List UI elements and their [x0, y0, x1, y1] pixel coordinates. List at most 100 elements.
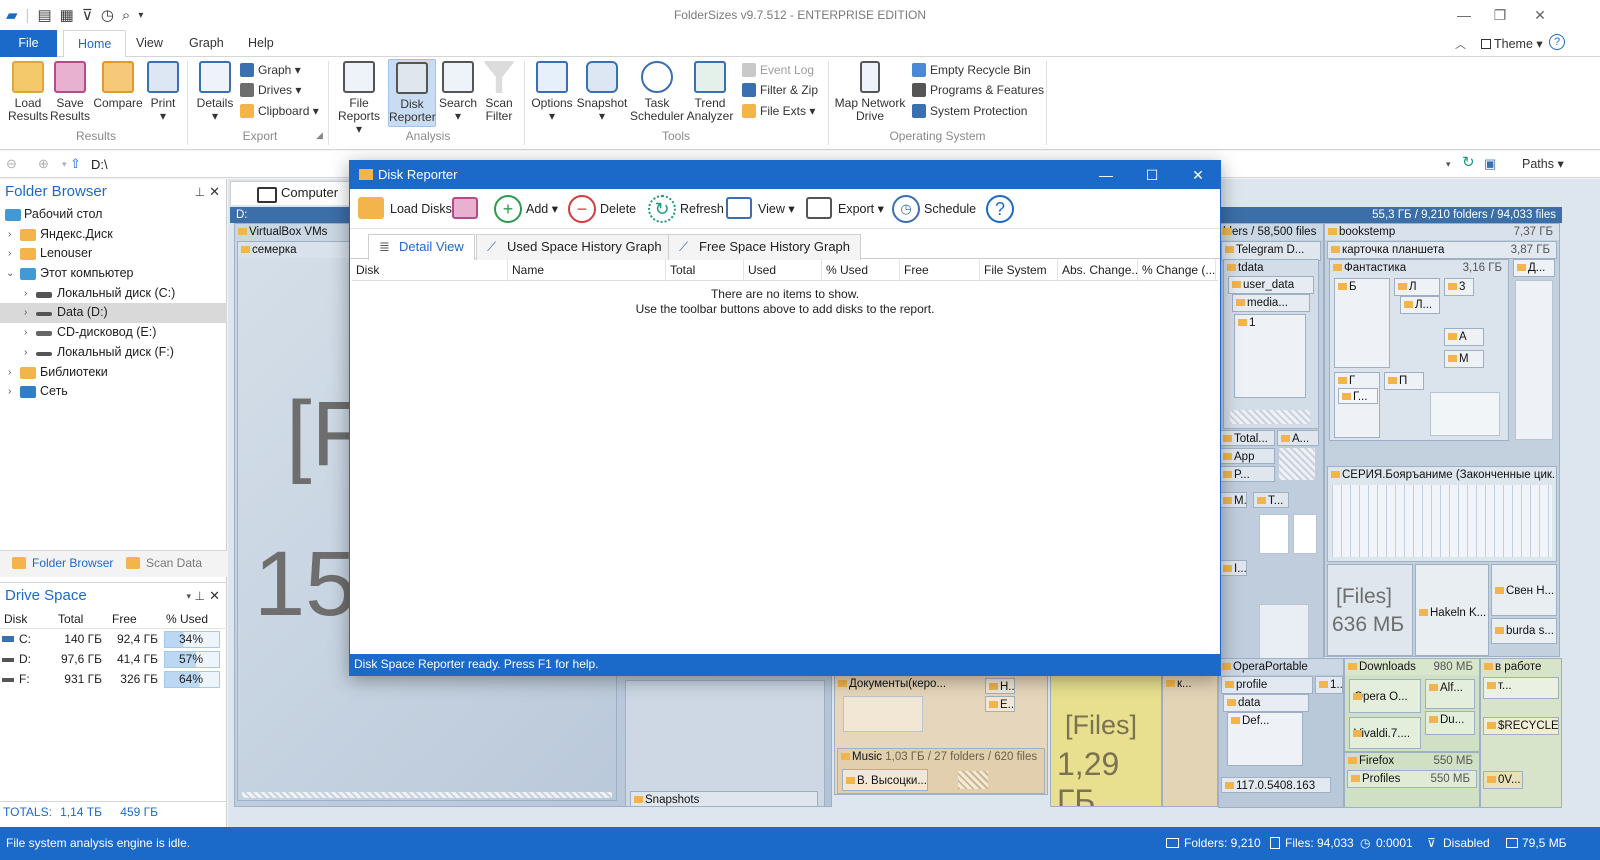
column-header-disk[interactable]: Disk	[352, 259, 508, 281]
column-header-percent-used[interactable]: % Used	[822, 259, 900, 281]
save-results-button[interactable]: Save Results	[50, 61, 90, 123]
column-header[interactable]: Disk	[4, 609, 27, 629]
treemap-folder-alf[interactable]: Alf...	[1425, 679, 1475, 709]
help-button[interactable]: ?	[986, 195, 1018, 223]
tree-node-yandex-disk[interactable]: › Яндекс.Диск	[0, 225, 227, 245]
save-disks-button[interactable]	[452, 195, 480, 223]
treemap-folder-vysotski[interactable]: В. Высоцки...	[842, 769, 928, 791]
column-header[interactable]: Total	[58, 609, 83, 629]
add-button[interactable]: + Add ▾	[494, 195, 558, 223]
schedule-button[interactable]: ◷ Schedule	[892, 195, 976, 223]
pin-icon[interactable]: ⊥	[195, 179, 205, 205]
treemap-folder-ov[interactable]: 0V...	[1483, 771, 1523, 789]
options-button[interactable]: Options ▾	[530, 61, 574, 123]
search-button[interactable]: Search ▾	[438, 61, 478, 123]
filter-zip-button[interactable]: Filter & Zip	[742, 81, 818, 99]
treemap-files-block-yellow[interactable]: [Files] 1,29 ГБ	[1050, 675, 1162, 807]
column-header-name[interactable]: Name	[508, 259, 666, 281]
snapshot-button[interactable]: Snapshot ▾	[576, 61, 628, 123]
treemap-folder-profiles[interactable]: Profiles 550 МБ	[1347, 770, 1477, 788]
treemap-folder-3[interactable]: 3	[1444, 278, 1474, 296]
expand-arrow-icon[interactable]: ›	[8, 225, 11, 245]
tab-help[interactable]: Help	[234, 30, 288, 57]
tree-node-drive-c[interactable]: › Локальный диск (C:)	[0, 284, 227, 304]
path-dropdown-icon[interactable]: ▾	[1446, 159, 1451, 170]
treemap-folder-snapshots[interactable]: Snapshots	[630, 791, 818, 806]
treemap-folder-firefox[interactable]: Firefox 550 МБ Profiles 550 МБ	[1344, 752, 1480, 808]
treemap-folder-l[interactable]: Л	[1394, 278, 1440, 296]
tab-used-space-history[interactable]: Used Space History Graph	[476, 234, 673, 260]
tab-graph[interactable]: Graph	[175, 30, 238, 57]
column-header[interactable]: Free	[112, 609, 137, 629]
column-header-total[interactable]: Total	[666, 259, 744, 281]
tree-node-this-pc[interactable]: ⌄ Этот компьютер	[0, 264, 227, 284]
treemap-folder-downloads[interactable]: Downloads 980 МБ Opera O... Alf... Du... …	[1344, 658, 1480, 752]
load-results-button[interactable]: Load Results	[8, 61, 48, 123]
treemap-folder-app[interactable]: App	[1219, 448, 1275, 464]
refresh-icon[interactable]: ↻	[1462, 153, 1475, 171]
treemap-folder-version[interactable]: 117.0.5408.163	[1221, 777, 1331, 793]
tab-file[interactable]: File	[0, 30, 57, 57]
column-header-file-system[interactable]: File System	[980, 259, 1058, 281]
treemap-folder-data[interactable]: data	[1223, 694, 1309, 712]
close-pane-icon[interactable]: ✕	[209, 179, 220, 205]
treemap-folder-du[interactable]: Du...	[1425, 711, 1475, 735]
treemap-folder-e[interactable]: Е...	[985, 696, 1015, 712]
tree-node-desktop[interactable]: Рабочий стол	[0, 205, 227, 225]
treemap-folder-n[interactable]: Н...	[985, 678, 1015, 694]
treemap-folder-snapshots-parent[interactable]: Snapshots	[625, 680, 825, 806]
expand-arrow-icon[interactable]: ›	[8, 363, 11, 383]
expand-arrow-icon[interactable]: ›	[24, 343, 27, 363]
compare-button[interactable]: Compare	[92, 61, 144, 110]
delete-button[interactable]: − Delete	[568, 195, 636, 223]
treemap-folder-sven[interactable]: Свен Н...	[1491, 564, 1557, 616]
tree-node-drive-f[interactable]: › Локальный диск (F:)	[0, 343, 227, 363]
treemap-folder-t[interactable]: T...	[1253, 492, 1289, 508]
print-button[interactable]: Print ▾	[146, 61, 180, 123]
treemap-folder-total[interactable]: Total...	[1219, 430, 1275, 446]
treemap-folder-g[interactable]: Г	[1334, 372, 1380, 438]
back-icon[interactable]: ⊖	[6, 156, 17, 172]
expand-arrow-icon[interactable]: ›	[24, 323, 27, 343]
treemap-folder-k[interactable]: к...	[1162, 675, 1218, 807]
pin-icon[interactable]: ⊥	[195, 583, 205, 609]
column-header-used[interactable]: Used	[744, 259, 822, 281]
treemap-folder-opera-o[interactable]: Opera O...	[1349, 679, 1421, 713]
column-header-abs-change[interactable]: Abs. Change...	[1058, 259, 1138, 281]
treemap-folder-d[interactable]: Д...	[1513, 259, 1555, 277]
details-button[interactable]: Details ▾	[195, 61, 235, 123]
treemap-folder-p[interactable]: P...	[1219, 466, 1275, 482]
dialog-launcher-icon[interactable]: ◢	[316, 130, 323, 141]
export-button[interactable]: Export ▾	[806, 195, 884, 223]
system-protection-button[interactable]: System Protection	[912, 102, 1027, 120]
treemap-folder-t-dots[interactable]: т...	[1483, 677, 1559, 699]
treemap-folder-p-cyr[interactable]: П	[1384, 372, 1424, 390]
column-header-percent-change[interactable]: % Change (...	[1138, 259, 1216, 281]
treemap-folder-m[interactable]: M.	[1219, 492, 1247, 508]
disk-reporter-button[interactable]: Disk Reporter	[388, 59, 436, 127]
column-header-free[interactable]: Free	[900, 259, 980, 281]
tab-free-space-history[interactable]: Free Space History Graph	[668, 234, 862, 260]
file-reports-button[interactable]: File Reports ▾	[334, 61, 384, 136]
tab-detail-view[interactable]: Detail View	[368, 234, 475, 260]
trend-analyzer-button[interactable]: Trend Analyzer	[686, 61, 734, 123]
event-log-button[interactable]: Event Log	[742, 61, 814, 79]
treemap-folder-recycle[interactable]: $RECYCLE....	[1483, 717, 1559, 735]
minimize-button[interactable]: —	[1444, 2, 1484, 28]
tree-node-lenouser[interactable]: › Lenouser	[0, 244, 227, 264]
treemap-folder-music[interactable]: Music 1,03 ГБ / 27 folders / 620 files В…	[837, 748, 1045, 794]
console-icon[interactable]: ▣	[1484, 156, 1496, 172]
history-dropdown-icon[interactable]: ▾	[62, 159, 67, 170]
close-pane-icon[interactable]: ✕	[209, 583, 220, 609]
forward-icon[interactable]: ⊕	[38, 156, 49, 172]
dialog-minimize-button[interactable]: —	[1084, 161, 1128, 189]
treemap-folder-b[interactable]: Б	[1334, 278, 1390, 368]
treemap-folder-user-data[interactable]: user_data	[1228, 276, 1314, 294]
programs-features-button[interactable]: Programs & Features	[912, 81, 1044, 99]
close-button[interactable]: ✕	[1520, 2, 1560, 28]
treemap-folder-dokumenty[interactable]: Документы(керо... Н... Е... Music 1,03 Г…	[834, 675, 1048, 795]
treemap-folder-profile[interactable]: profile	[1221, 676, 1313, 694]
treemap-folder-burda[interactable]: burda s...	[1491, 618, 1557, 644]
tab-folder-browser[interactable]: Folder Browser	[12, 556, 113, 570]
table-row[interactable]: C: 140 ГБ 92,4 ГБ 34%	[0, 629, 227, 649]
